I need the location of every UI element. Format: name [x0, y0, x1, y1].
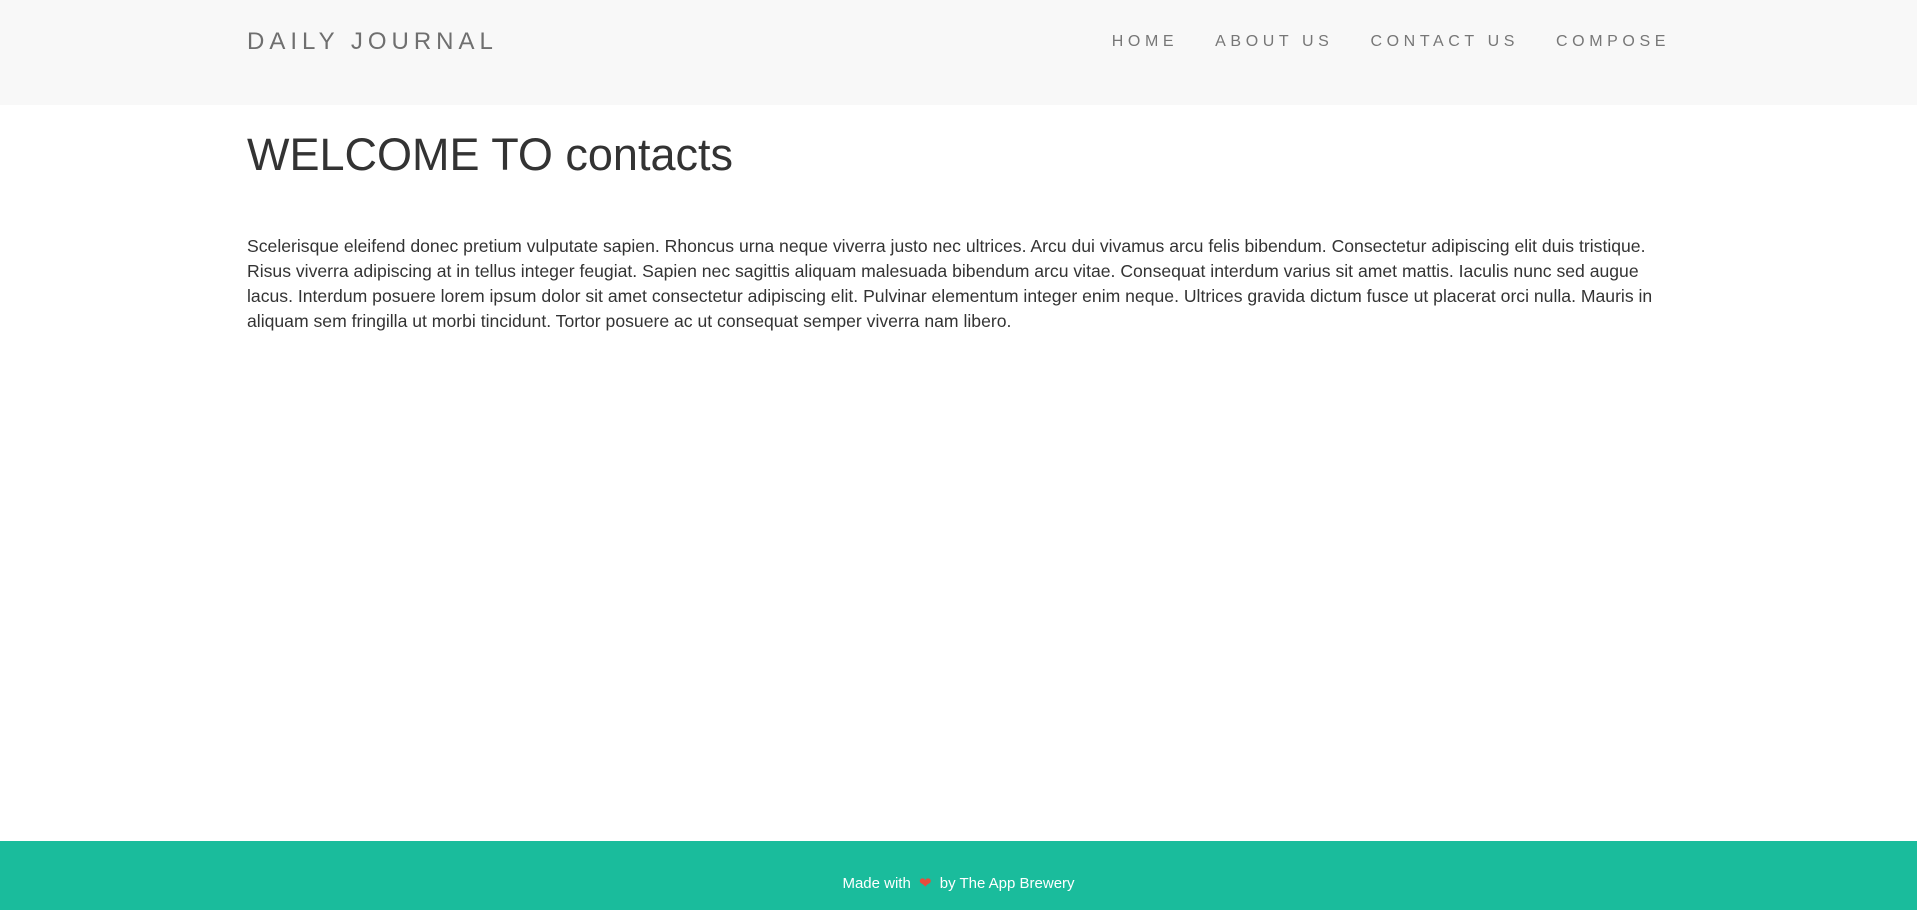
nav-item-about: ABOUT US: [1215, 33, 1333, 51]
nav-link-home[interactable]: HOME: [1112, 33, 1178, 50]
page-title: WELCOME TO contacts: [247, 129, 733, 180]
brand-link[interactable]: DAILY JOURNAL: [247, 28, 498, 56]
nav-link-contact-us[interactable]: CONTACT US: [1370, 33, 1519, 50]
nav-link-about-us[interactable]: ABOUT US: [1215, 33, 1333, 50]
navbar: DAILY JOURNAL HOME ABOUT US CONTACT US C…: [0, 0, 1917, 105]
nav-item-compose: COMPOSE: [1556, 33, 1670, 51]
footer-text: Made with ❤ by The App Brewery: [0, 874, 1917, 892]
footer-prefix: Made with: [842, 875, 911, 892]
nav-links: HOME ABOUT US CONTACT US COMPOSE: [1075, 33, 1670, 51]
main-content: WELCOME TO contacts Scelerisque eleifend…: [247, 128, 1670, 334]
body-paragraph: Scelerisque eleifend donec pretium vulpu…: [247, 236, 1653, 331]
nav-item-contact: CONTACT US: [1370, 33, 1519, 51]
footer: Made with ❤ by The App Brewery: [0, 841, 1917, 910]
heart-icon: ❤: [919, 875, 932, 892]
nav-item-home: HOME: [1112, 33, 1178, 51]
nav-link-compose[interactable]: COMPOSE: [1556, 33, 1670, 50]
footer-suffix: by The App Brewery: [939, 875, 1075, 892]
